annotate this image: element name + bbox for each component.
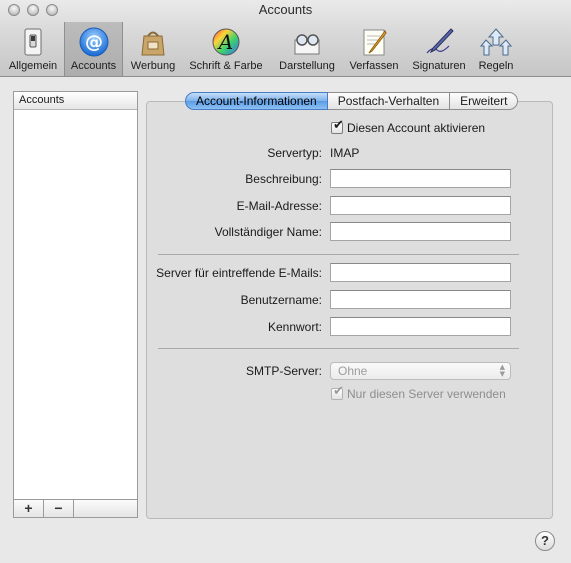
section-divider: [158, 348, 519, 349]
accounts-list-footer: + −: [13, 499, 138, 518]
tab-erweitert[interactable]: Erweitert: [450, 92, 519, 110]
signature-pen-icon: [423, 26, 455, 58]
general-switch-icon: [17, 26, 49, 58]
password-field[interactable]: [330, 317, 511, 336]
email-field[interactable]: [330, 196, 511, 215]
enable-account-checkbox[interactable]: ✔: [331, 118, 344, 134]
rules-arrows-icon: [479, 26, 513, 58]
viewing-glasses-icon: [291, 26, 323, 58]
toolbar-label: Werbung: [130, 60, 176, 72]
updown-arrows-icon: ▲ ▼: [499, 363, 505, 378]
help-button[interactable]: ?: [535, 531, 555, 551]
toolbar-item-schrift-farbe[interactable]: A Schrift & Farbe: [184, 22, 268, 76]
remove-account-button[interactable]: −: [44, 500, 74, 517]
toolbar-label: Accounts: [70, 60, 117, 72]
username-field[interactable]: [330, 290, 511, 309]
accounts-list-header: Accounts: [14, 92, 137, 110]
preferences-toolbar: Allgemein @ Accounts Werbung A Schrift &…: [0, 22, 571, 76]
toolbar-item-werbung[interactable]: Werbung: [125, 22, 181, 76]
tab-account-informationen[interactable]: Account-Informationen: [185, 92, 328, 110]
toolbar-item-verfassen[interactable]: Verfassen: [346, 22, 402, 76]
incoming-server-field[interactable]: [330, 263, 511, 282]
preferences-window: Accounts Allgemein @ Accounts Werbung A …: [0, 0, 571, 563]
toolbar-item-signaturen[interactable]: Signaturen: [407, 22, 471, 76]
checkmark-icon: ✔: [333, 384, 344, 399]
enable-account-label: Diesen Account aktivieren: [347, 121, 486, 135]
username-label: Benutzername:: [240, 293, 322, 307]
section-divider: [158, 254, 519, 255]
toolbar-item-allgemein[interactable]: Allgemein: [2, 22, 64, 76]
toolbar-item-darstellung[interactable]: Darstellung: [273, 22, 341, 76]
toolbar-label: Verfassen: [349, 60, 399, 72]
accounts-list[interactable]: Accounts: [13, 91, 138, 518]
compose-pencil-icon: [358, 26, 390, 58]
description-label: Beschreibung:: [245, 172, 322, 186]
title-toolbar-area: Accounts Allgemein @ Accounts Werbung A …: [0, 0, 571, 77]
junk-mail-bag-icon: [137, 26, 169, 58]
toolbar-item-accounts[interactable]: @ Accounts: [64, 22, 123, 76]
svg-text:@: @: [85, 32, 103, 53]
smtp-server-popup[interactable]: Ohne ▲ ▼: [330, 362, 511, 380]
checkmark-icon: ✔: [333, 118, 344, 133]
toolbar-label: Schrift & Farbe: [189, 60, 263, 72]
at-sign-icon: @: [78, 26, 110, 58]
only-this-server-label: Nur diesen Server verwenden: [347, 387, 506, 401]
only-this-server-checkbox[interactable]: ✔: [331, 384, 344, 400]
incoming-server-label: Server für eintreffende E-Mails:: [156, 266, 322, 280]
fullname-field[interactable]: [330, 222, 511, 241]
account-details-panel: [146, 101, 553, 519]
email-label: E-Mail-Adresse:: [236, 199, 322, 213]
server-type-label: Servertyp:: [267, 146, 322, 160]
toolbar-label: Allgemein: [8, 60, 58, 72]
toolbar-label: Darstellung: [279, 60, 335, 72]
smtp-server-value: Ohne: [338, 364, 368, 378]
toolbar-item-regeln[interactable]: Regeln: [474, 22, 518, 76]
password-label: Kennwort:: [267, 320, 322, 334]
toolbar-label: Regeln: [478, 60, 514, 72]
tab-postfach-verhalten[interactable]: Postfach-Verhalten: [327, 92, 451, 110]
smtp-server-label: SMTP-Server:: [245, 364, 322, 378]
description-field[interactable]: [330, 169, 511, 188]
server-type-value: IMAP: [330, 146, 360, 160]
svg-text:A: A: [217, 30, 233, 54]
toolbar-label: Signaturen: [412, 60, 466, 72]
fullname-label: Vollständiger Name:: [214, 225, 322, 239]
add-account-button[interactable]: +: [14, 500, 44, 517]
account-tabs: Account-Informationen Postfach-Verhalten…: [185, 92, 519, 110]
fonts-colors-icon: A: [210, 26, 242, 58]
window-title: Accounts: [258, 2, 313, 17]
